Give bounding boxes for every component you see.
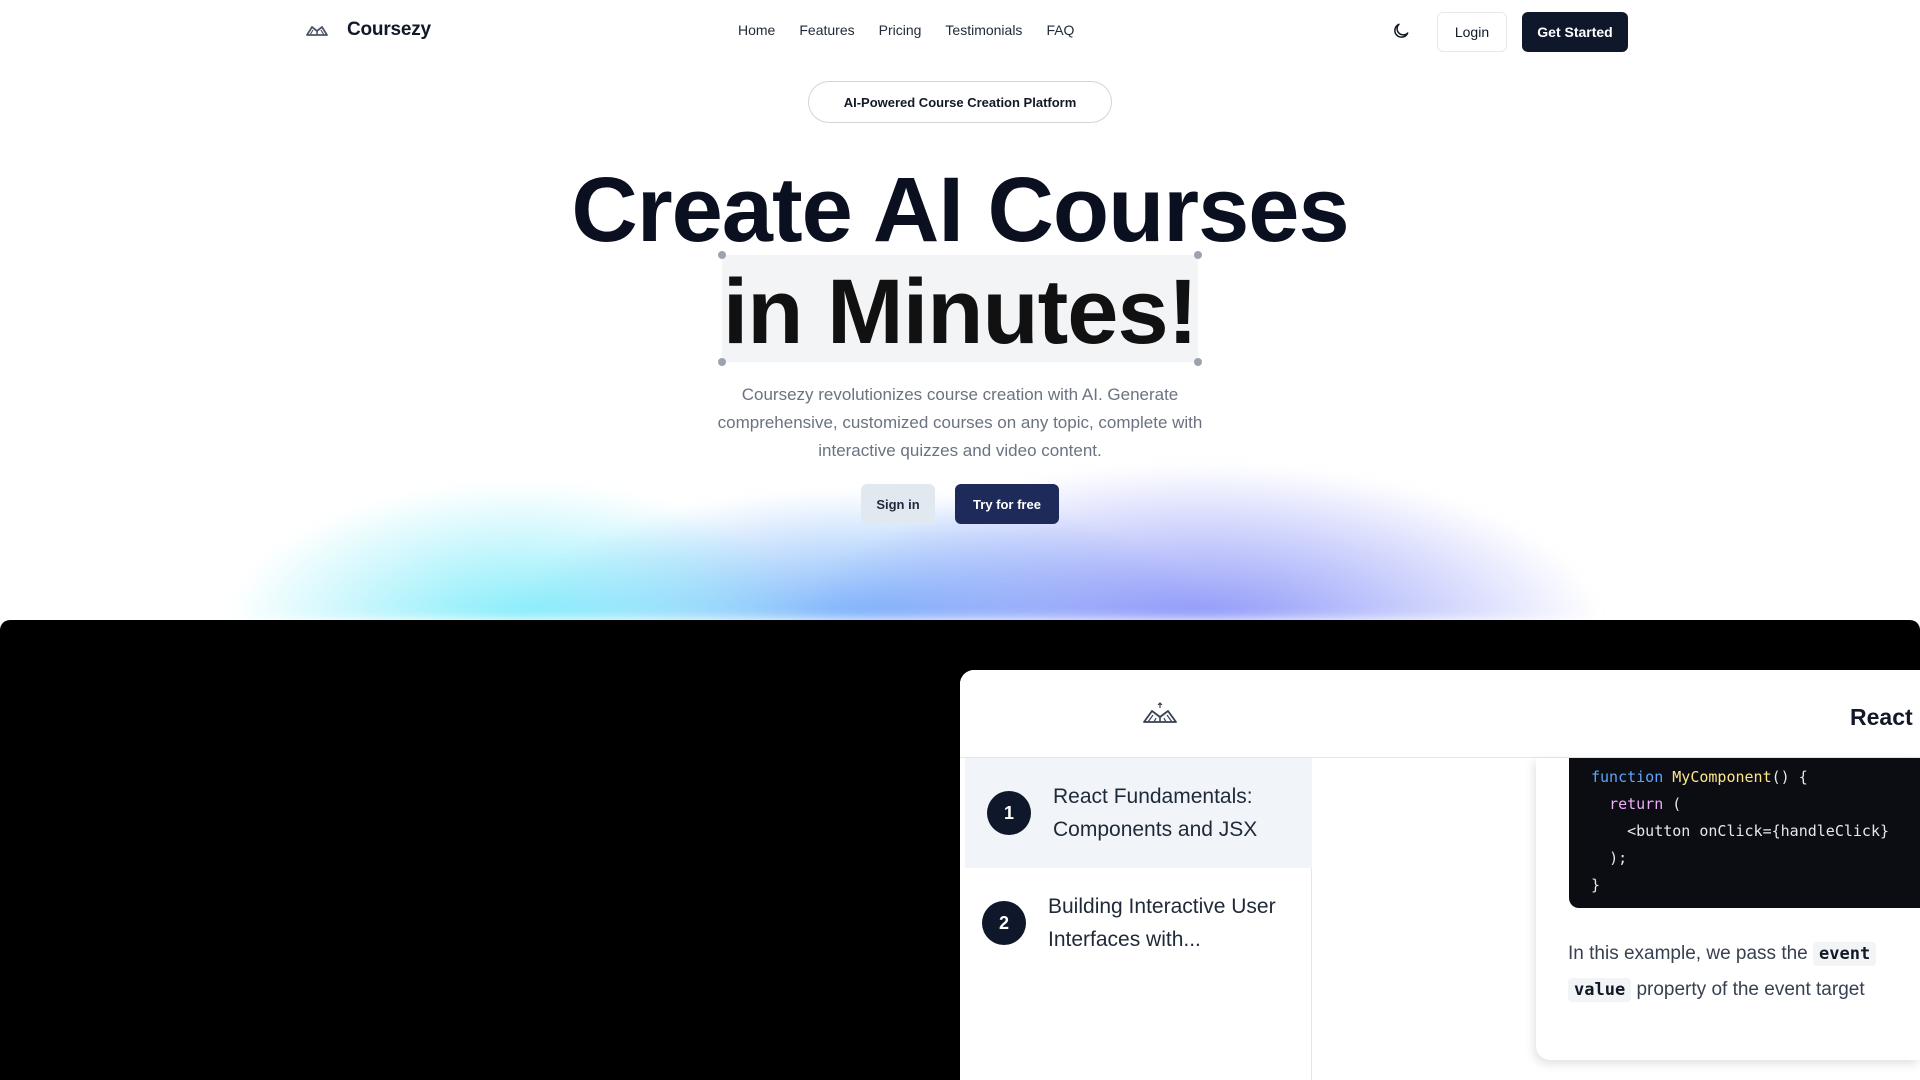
- lesson-item[interactable]: 1 React Fundamentals: Components and JSX: [965, 758, 1312, 868]
- code-text: );: [1609, 849, 1628, 867]
- selection-handle-top-left[interactable]: [718, 251, 726, 259]
- nav-link-home[interactable]: Home: [738, 22, 775, 38]
- lesson-number-badge: 2: [982, 901, 1026, 945]
- book-logo-icon: [306, 26, 328, 36]
- get-started-button[interactable]: Get Started: [1522, 12, 1628, 52]
- lesson-title: Building Interactive User Interfaces wit…: [1048, 895, 1276, 951]
- login-button[interactable]: Login: [1437, 12, 1507, 52]
- code-text: () {: [1771, 768, 1808, 786]
- prose-text: In this example, we pass the: [1568, 943, 1814, 964]
- moon-icon: [1394, 23, 1409, 38]
- lesson-title: React Fundamentals: Components and JSX: [1053, 785, 1258, 841]
- inline-code: value: [1568, 978, 1632, 1002]
- code-block: function MyComponent() { return ( <butto…: [1569, 758, 1920, 908]
- nav-links: Home Features Pricing Testimonials FAQ: [738, 22, 1074, 38]
- lesson-item[interactable]: 2 Building Interactive User Interfaces w…: [960, 868, 1307, 978]
- app-header: React: [960, 670, 1920, 758]
- nav-link-testimonials[interactable]: Testimonials: [945, 22, 1022, 38]
- nav-link-features[interactable]: Features: [799, 22, 854, 38]
- brand[interactable]: Coursezy: [305, 18, 431, 42]
- code-text: }: [1591, 876, 1601, 894]
- lesson-content-card: function MyComponent() { return ( <butto…: [1536, 758, 1920, 1060]
- course-title: React: [1850, 704, 1913, 730]
- top-nav: Coursezy Home Features Pricing Testimoni…: [0, 0, 1920, 64]
- code-keyword: return: [1609, 795, 1664, 813]
- hero-badge: AI-Powered Course Creation Platform: [808, 81, 1112, 123]
- hero-description: Coursezy revolutionizes course creation …: [717, 385, 1203, 460]
- nav-link-pricing[interactable]: Pricing: [879, 22, 922, 38]
- hero-headline-line1: Create AI Courses: [571, 159, 1349, 261]
- inline-code: event: [1813, 942, 1877, 966]
- code-text: (: [1663, 795, 1682, 813]
- lesson-prose: In this example, we pass the event value…: [1568, 936, 1920, 1008]
- code-function-name: MyComponent: [1672, 768, 1772, 786]
- lesson-sidebar: 1 React Fundamentals: Components and JSX…: [960, 758, 1312, 1080]
- nav-link-faq[interactable]: FAQ: [1046, 22, 1074, 38]
- code-text: <button onClick={handleClick}: [1627, 822, 1890, 840]
- app-preview-window: React 1 React Fundamentals: Components a…: [960, 670, 1920, 1080]
- try-for-free-button[interactable]: Try for free: [955, 484, 1059, 524]
- prose-text: property of the event target: [1631, 979, 1865, 1000]
- lesson-number-badge: 1: [987, 791, 1031, 835]
- hero-gradient-glow: [0, 330, 1920, 620]
- book-logo-icon: [1143, 702, 1177, 723]
- selection-handle-top-right[interactable]: [1194, 251, 1202, 259]
- hero-headline-line2: in Minutes!: [722, 261, 1199, 363]
- code-keyword: function: [1591, 768, 1664, 786]
- brand-name: Coursezy: [347, 19, 431, 40]
- theme-toggle-button[interactable]: [1388, 18, 1414, 44]
- sign-in-button[interactable]: Sign in: [861, 484, 935, 524]
